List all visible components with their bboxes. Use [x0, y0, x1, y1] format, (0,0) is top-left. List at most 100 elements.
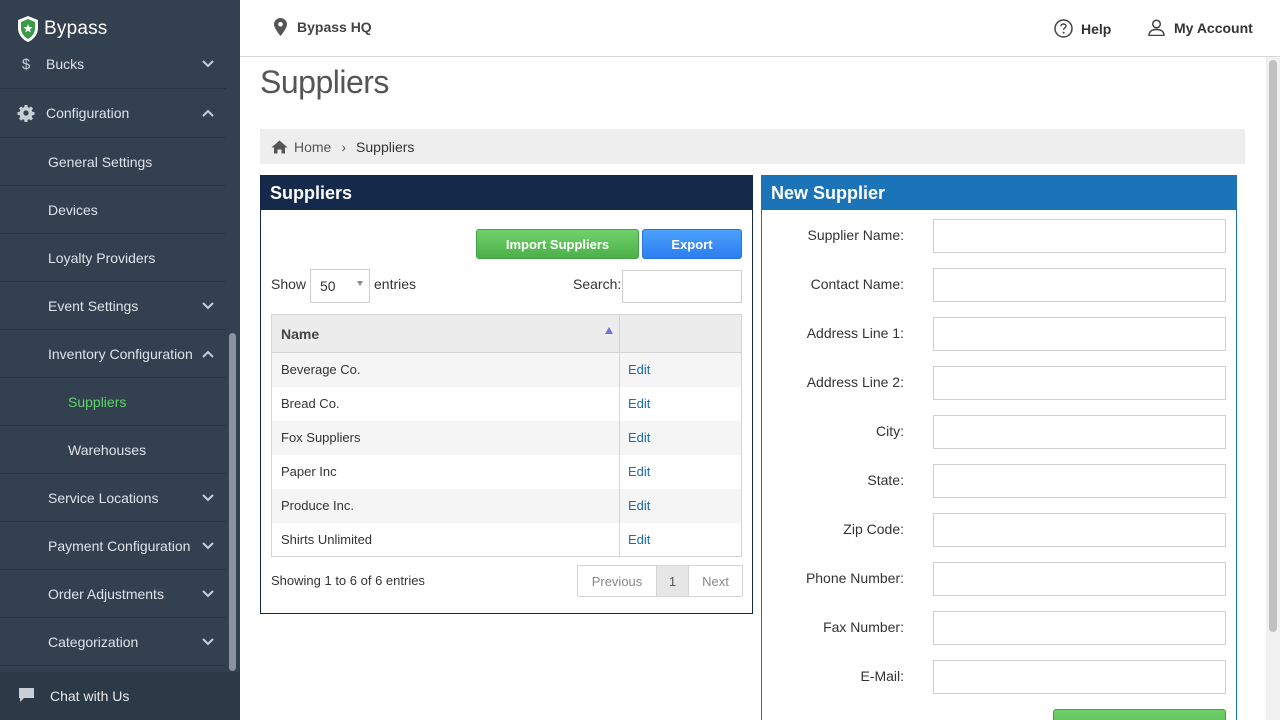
page-1-button[interactable]: 1: [657, 566, 689, 596]
search-label: Search:: [573, 276, 622, 292]
import-suppliers-button[interactable]: Import Suppliers: [476, 229, 639, 259]
zip-code-label: Zip Code:: [843, 521, 904, 537]
sidebar-item-label: Service Locations: [48, 489, 159, 506]
table-header-row: Name: [271, 314, 742, 353]
fax-number-field[interactable]: [933, 611, 1226, 645]
email-field[interactable]: [933, 660, 1226, 694]
phone-number-field[interactable]: [933, 562, 1226, 596]
supplier-name-label: Supplier Name:: [807, 227, 905, 243]
supplier-name-cell: Bread Co.: [271, 386, 620, 421]
actions-column-header: [619, 314, 742, 353]
edit-link[interactable]: Edit: [619, 522, 742, 557]
chevron-right-icon: ›: [341, 138, 347, 155]
zip-code-field[interactable]: [933, 513, 1226, 547]
sidebar-item-label: Bucks: [46, 56, 85, 72]
address-line-1-field[interactable]: [933, 317, 1226, 351]
breadcrumb-home-label: Home: [294, 138, 332, 155]
sidebar-item-inventory-configuration[interactable]: Inventory Configuration: [0, 330, 226, 378]
form-row-city: City:: [762, 415, 1238, 449]
chat-with-us-button[interactable]: Chat with Us: [0, 672, 240, 720]
edit-link[interactable]: Edit: [619, 386, 742, 421]
chevron-down-icon: [202, 301, 214, 309]
sidebar-item-bucks[interactable]: $ Bucks: [0, 41, 226, 89]
breadcrumb: Home › Suppliers: [260, 129, 1245, 164]
column-header-label: Name: [281, 325, 320, 342]
table-info: Showing 1 to 6 of 6 entries: [271, 573, 425, 588]
name-column-header[interactable]: Name: [271, 314, 620, 353]
sidebar-item-label: Categorization: [48, 633, 139, 650]
form-row-zip-code: Zip Code:: [762, 513, 1238, 547]
question-circle-icon: [1054, 19, 1073, 38]
chevron-up-icon: [202, 109, 214, 117]
sidebar-item-event-settings[interactable]: Event Settings: [0, 282, 226, 330]
sidebar-item-service-locations[interactable]: Service Locations: [0, 474, 226, 522]
location-selector[interactable]: Bypass HQ: [274, 18, 372, 36]
sidebar: Bypass $ Bucks Configuration General Set…: [0, 0, 240, 720]
address-line-2-field[interactable]: [933, 366, 1226, 400]
state-label: State:: [867, 472, 904, 488]
help-link[interactable]: Help: [1054, 19, 1111, 38]
previous-page-button[interactable]: Previous: [578, 566, 657, 596]
gear-icon: [17, 105, 35, 122]
supplier-name-cell: Shirts Unlimited: [271, 522, 620, 557]
table-row: Produce Inc. Edit: [271, 488, 742, 523]
table-row: Beverage Co. Edit: [271, 352, 742, 387]
next-page-button[interactable]: Next: [689, 566, 742, 596]
sidebar-scrollbar[interactable]: [229, 333, 236, 671]
sidebar-item-warehouses[interactable]: Warehouses: [0, 426, 226, 474]
account-label: My Account: [1174, 19, 1253, 36]
suppliers-panel-title: Suppliers: [261, 176, 752, 210]
contact-name-label: Contact Name:: [810, 276, 904, 292]
table-row: Bread Co. Edit: [271, 386, 742, 421]
edit-link[interactable]: Edit: [619, 488, 742, 523]
sidebar-item-configuration[interactable]: Configuration: [0, 89, 226, 138]
map-pin-icon: [274, 18, 287, 36]
pagination: Previous 1 Next: [577, 565, 743, 597]
my-account-link[interactable]: My Account: [1148, 19, 1253, 36]
sidebar-item-loyalty-providers[interactable]: Loyalty Providers: [0, 234, 226, 282]
export-button[interactable]: Export: [642, 229, 742, 259]
save-supplier-button[interactable]: [1053, 709, 1226, 720]
new-supplier-panel: New Supplier Supplier Name: Contact Name…: [761, 175, 1237, 720]
chevron-down-icon: [202, 541, 214, 549]
breadcrumb-home[interactable]: Home: [271, 139, 331, 155]
suppliers-panel: Suppliers Import Suppliers Export Show 5…: [260, 175, 753, 614]
sidebar-item-suppliers[interactable]: Suppliers: [0, 378, 226, 426]
contact-name-field[interactable]: [933, 268, 1226, 302]
page-title: Suppliers: [260, 64, 389, 100]
user-icon: [1148, 19, 1165, 36]
state-field[interactable]: [933, 464, 1226, 498]
sidebar-item-order-adjustments[interactable]: Order Adjustments: [0, 570, 226, 618]
edit-link[interactable]: Edit: [619, 420, 742, 455]
phone-number-label: Phone Number:: [805, 570, 904, 586]
supplier-name-field[interactable]: [933, 219, 1226, 253]
new-supplier-panel-title: New Supplier: [762, 176, 1236, 210]
brand-logo[interactable]: Bypass: [16, 14, 108, 44]
sidebar-item-devices[interactable]: Devices: [0, 186, 226, 234]
chat-label: Chat with Us: [50, 688, 130, 704]
sidebar-item-label: Suppliers: [68, 393, 127, 410]
sidebar-item-label: Order Adjustments: [48, 585, 164, 602]
form-row-phone-number: Phone Number:: [762, 562, 1238, 596]
sidebar-item-general-settings[interactable]: General Settings: [0, 138, 226, 186]
search-input[interactable]: [622, 270, 742, 303]
address-line-2-label: Address Line 2:: [806, 374, 904, 390]
edit-link[interactable]: Edit: [619, 352, 742, 387]
entries-per-page-select[interactable]: 50: [310, 269, 370, 303]
form-row-contact-name: Contact Name:: [762, 268, 1238, 302]
dollar-icon: $: [21, 55, 31, 73]
main-scrollbar-thumb[interactable]: [1269, 60, 1277, 632]
sidebar-item-payment-configuration[interactable]: Payment Configuration: [0, 522, 226, 570]
sidebar-item-label: Event Settings: [48, 297, 139, 314]
edit-link[interactable]: Edit: [619, 454, 742, 489]
top-bar: Bypass HQ Help My Account: [240, 0, 1280, 57]
sidebar-nav: $ Bucks Configuration General Settings D…: [0, 41, 226, 671]
entries-label: entries: [374, 276, 417, 292]
entries-select-value: 50: [320, 278, 336, 294]
city-field[interactable]: [933, 415, 1226, 449]
home-icon: [271, 140, 288, 153]
chevron-down-icon: [202, 60, 214, 68]
table-row: Fox Suppliers Edit: [271, 420, 742, 455]
sidebar-item-categorization[interactable]: Categorization: [0, 618, 226, 666]
sort-ascending-icon: [605, 327, 613, 334]
